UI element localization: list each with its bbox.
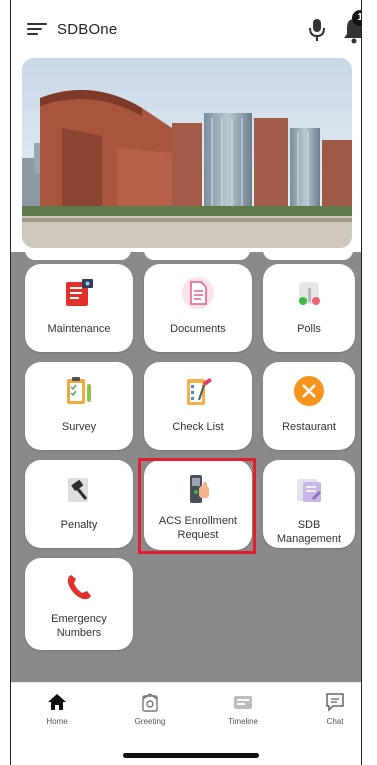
chat-icon <box>326 693 344 712</box>
services-grid: Maintenance Documents Polls Survey Check… <box>11 250 361 682</box>
nav-label: Timeline <box>228 717 258 726</box>
app-title: SDBOne <box>57 21 118 38</box>
tile-documents[interactable]: Documents <box>144 264 252 352</box>
home-icon <box>48 694 66 710</box>
maintenance-icon <box>66 279 93 306</box>
checklist-icon <box>187 378 212 405</box>
top-app-bar: SDBOne 1 <box>11 0 361 60</box>
tile-label: Polls <box>297 323 321 335</box>
scrolled-tile <box>144 250 250 260</box>
nav-greeting[interactable]: Greeting <box>120 691 180 726</box>
nav-chat[interactable]: Chat <box>305 691 361 726</box>
scrolled-tile <box>263 250 353 260</box>
nav-home[interactable]: Home <box>27 691 87 726</box>
scrolled-tile <box>25 250 131 260</box>
building-illustration <box>22 58 352 248</box>
tile-label: Maintenance <box>47 323 111 335</box>
tile-penalty[interactable]: Penalty <box>25 460 133 548</box>
tile-label: Survey <box>61 421 97 433</box>
bottom-navigation: Home Greeting Timeline Chat <box>11 682 361 734</box>
notification-badge: 1 <box>352 10 361 26</box>
tile-polls[interactable]: Polls <box>263 264 355 352</box>
nav-label: Home <box>46 717 68 726</box>
tile-survey[interactable]: Survey <box>25 362 133 450</box>
tile-label: Emergency Numbers <box>51 613 107 639</box>
selection-highlight <box>138 458 256 554</box>
greeting-icon <box>142 693 158 712</box>
home-indicator[interactable] <box>123 753 259 758</box>
tile-emergency-numbers[interactable]: Emergency Numbers <box>25 558 133 650</box>
tile-restaurant[interactable]: Restaurant <box>263 362 355 450</box>
tile-maintenance[interactable]: Maintenance <box>25 264 133 352</box>
restaurant-icon <box>294 376 324 406</box>
tile-label: Check List <box>172 421 224 433</box>
tile-label: Restaurant <box>282 421 336 433</box>
nav-label: Chat <box>326 717 344 726</box>
microphone-icon[interactable] <box>306 17 328 43</box>
nav-timeline[interactable]: Timeline <box>213 691 273 726</box>
hamburger-menu-icon[interactable] <box>27 20 49 38</box>
survey-icon <box>67 377 91 404</box>
tile-check-list[interactable]: Check List <box>144 362 252 450</box>
polls-icon <box>299 282 320 305</box>
timeline-icon <box>234 696 252 709</box>
tile-label: Documents <box>170 323 226 335</box>
emergency-phone-icon <box>67 575 91 600</box>
tile-sdb-management[interactable]: SDB Management <box>263 460 355 548</box>
sdb-management-icon <box>297 479 321 502</box>
tile-label: Penalty <box>60 519 98 531</box>
penalty-icon <box>68 478 88 502</box>
app-frame: SDBOne 1 <box>10 0 362 765</box>
nav-label: Greeting <box>134 717 166 726</box>
documents-icon <box>182 277 214 309</box>
tile-label: SDB Management <box>276 519 342 545</box>
banner-image <box>22 58 352 248</box>
